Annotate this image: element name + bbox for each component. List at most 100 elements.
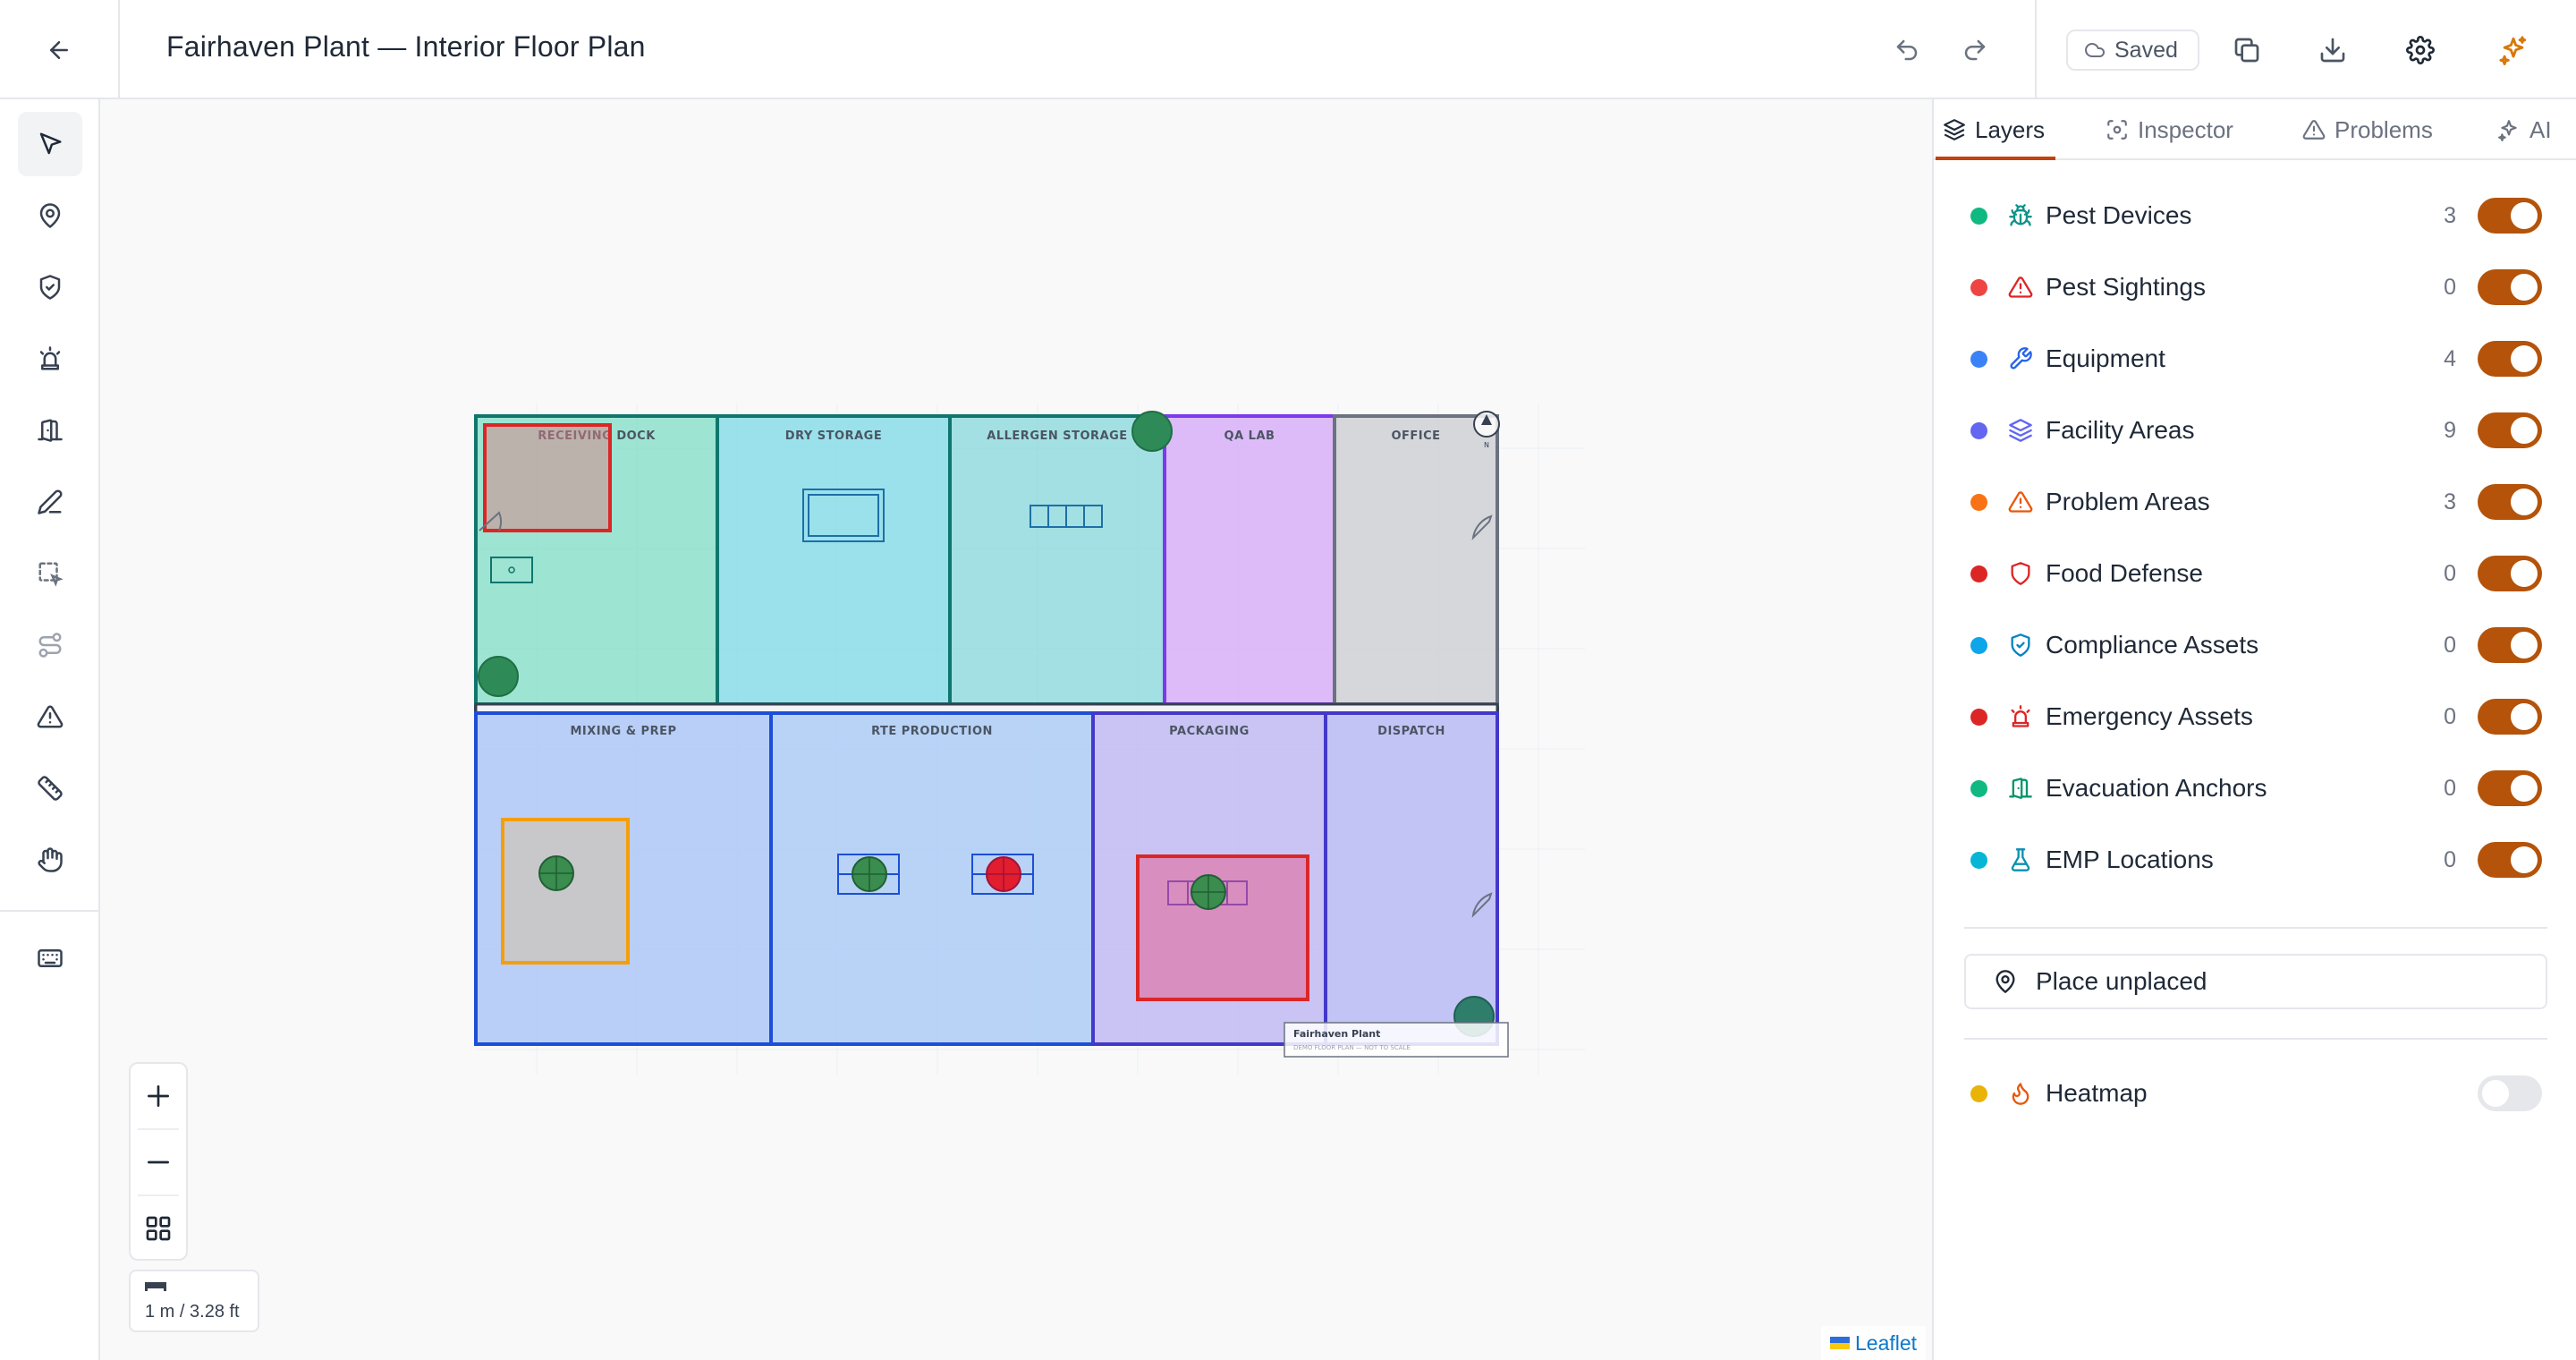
layer-row[interactable]: Evacuation Anchors 0 <box>1934 761 2576 815</box>
layer-count: 0 <box>2444 703 2456 729</box>
place-unplaced-label: Place unplaced <box>2036 967 2207 995</box>
scale-indicator: 1 m / 3.28 ft <box>129 1270 259 1332</box>
right-panel: Layers Inspector Problems AI Pest Device… <box>1932 99 2576 1360</box>
tool-evacuation[interactable] <box>18 398 82 463</box>
problem-area-receiving[interactable] <box>483 423 612 532</box>
pest-device-marker-1[interactable] <box>478 656 519 697</box>
layer-name: Problem Areas <box>2046 488 2210 515</box>
layer-toggle[interactable] <box>2478 269 2542 305</box>
bug-icon <box>2007 202 2034 229</box>
layer-toggle[interactable] <box>2478 627 2542 663</box>
room-dispatch[interactable] <box>1324 711 1499 1046</box>
layer-row[interactable]: Pest Sightings 0 <box>1934 260 2576 314</box>
layer-count: 9 <box>2444 417 2456 443</box>
scale-bar <box>145 1282 166 1291</box>
problem-area-mixing[interactable] <box>501 818 630 965</box>
top-bar: Fairhaven Plant — Interior Floor Plan Sa… <box>0 0 2576 99</box>
layer-row[interactable]: Compliance Assets 0 <box>1934 618 2576 672</box>
heatmap-toggle[interactable] <box>2478 1075 2542 1111</box>
layer-row[interactable]: EMP Locations 0 <box>1934 833 2576 887</box>
room-office[interactable] <box>1333 414 1499 706</box>
layer-color-dot <box>1970 708 1987 726</box>
undo-button[interactable] <box>1884 27 1930 73</box>
layer-row-heatmap[interactable]: Heatmap <box>1934 1067 2576 1120</box>
layer-count: 3 <box>2444 489 2456 514</box>
redo-button[interactable] <box>1952 27 1998 73</box>
attribution-link[interactable]: Leaflet <box>1855 1331 1917 1356</box>
floor-plan[interactable]: RECEIVING DOCK DRY STORAGE ALLERGEN STOR… <box>100 99 1932 1360</box>
layer-name: Pest Sightings <box>2046 273 2206 301</box>
wrench-icon <box>2007 345 2034 372</box>
sparkles-icon <box>2499 36 2527 65</box>
problem-area-packaging[interactable] <box>1136 854 1309 1001</box>
equipment-marker-2[interactable] <box>852 856 887 892</box>
duplicate-button[interactable] <box>2224 27 2270 73</box>
tool-measure[interactable] <box>18 756 82 820</box>
place-unplaced-button[interactable]: Place unplaced <box>1964 954 2547 1009</box>
layer-toggle[interactable] <box>2478 699 2542 735</box>
layer-color-dot <box>1970 493 1987 511</box>
tool-food-defense[interactable] <box>18 255 82 319</box>
back-button[interactable] <box>0 0 120 99</box>
download-button[interactable] <box>2309 27 2356 73</box>
tab-inspector[interactable]: Inspector <box>2106 110 2233 149</box>
layer-toggle[interactable] <box>2478 484 2542 520</box>
inspector-icon <box>2107 120 2127 140</box>
tool-shortcuts[interactable] <box>18 926 82 990</box>
room-dry-storage[interactable] <box>716 414 952 706</box>
saved-status: Saved <box>2066 30 2199 71</box>
layer-toggle[interactable] <box>2478 556 2542 591</box>
tool-area-select[interactable] <box>18 541 82 606</box>
zoom-out-button[interactable] <box>131 1130 186 1194</box>
room-qa-lab[interactable] <box>1163 414 1336 706</box>
layer-row[interactable]: Facility Areas 9 <box>1934 404 2576 457</box>
flame-icon <box>2007 1080 2034 1107</box>
title-block-title: Fairhaven Plant <box>1293 1028 1380 1040</box>
copy-icon <box>2234 38 2259 63</box>
tool-pan[interactable] <box>18 828 82 892</box>
tab-layers-label: Layers <box>1975 115 2046 143</box>
fit-view-button[interactable] <box>131 1196 186 1261</box>
layer-toggle[interactable] <box>2478 770 2542 806</box>
building-icon <box>2007 775 2034 802</box>
layer-row[interactable]: Emergency Assets 0 <box>1934 690 2576 744</box>
layer-name: Evacuation Anchors <box>2046 774 2267 802</box>
tool-path[interactable] <box>18 613 82 677</box>
equipment-marker-4[interactable] <box>1191 874 1226 910</box>
ai-assist-button[interactable] <box>2490 27 2537 73</box>
alert-triangle-icon <box>2007 274 2034 301</box>
layer-toggle[interactable] <box>2478 842 2542 878</box>
siren-icon <box>2007 703 2034 730</box>
sparkles-icon <box>2498 120 2517 141</box>
tool-place-device[interactable] <box>18 183 82 248</box>
layer-count: 0 <box>2444 846 2456 872</box>
tab-ai[interactable]: AI <box>2497 110 2552 149</box>
equipment-marker-1[interactable] <box>538 855 574 891</box>
room-rte-production[interactable] <box>769 711 1095 1046</box>
layer-toggle[interactable] <box>2478 198 2542 234</box>
map-attribution[interactable]: Leaflet <box>1821 1326 1927 1360</box>
room-label-qa-lab: QA LAB <box>1224 429 1275 443</box>
tool-problem[interactable] <box>18 684 82 749</box>
layer-row[interactable]: Problem Areas 3 <box>1934 475 2576 529</box>
map-canvas[interactable]: RECEIVING DOCK DRY STORAGE ALLERGEN STOR… <box>100 99 1932 1360</box>
zoom-in-button[interactable] <box>131 1064 186 1128</box>
tool-draw[interactable] <box>18 470 82 534</box>
layer-name: Equipment <box>2046 344 2165 372</box>
layer-row[interactable]: Equipment 4 <box>1934 332 2576 386</box>
tool-select[interactable] <box>18 112 82 176</box>
layer-count: 3 <box>2444 202 2456 228</box>
room-allergen-storage[interactable] <box>948 414 1166 706</box>
tab-layers[interactable]: Layers <box>1943 110 2045 149</box>
layer-row[interactable]: Pest Devices 3 <box>1934 189 2576 242</box>
equipment-marker-3[interactable] <box>986 856 1021 892</box>
layer-row[interactable]: Food Defense 0 <box>1934 547 2576 600</box>
layer-toggle[interactable] <box>2478 412 2542 448</box>
tab-problems[interactable]: Problems <box>2302 110 2433 149</box>
redo-icon <box>1964 39 1986 61</box>
pest-device-marker-2[interactable] <box>1131 411 1173 452</box>
keyboard-icon <box>38 949 63 967</box>
tool-emergency[interactable] <box>18 327 82 391</box>
layer-toggle[interactable] <box>2478 341 2542 377</box>
settings-button[interactable] <box>2397 27 2444 73</box>
